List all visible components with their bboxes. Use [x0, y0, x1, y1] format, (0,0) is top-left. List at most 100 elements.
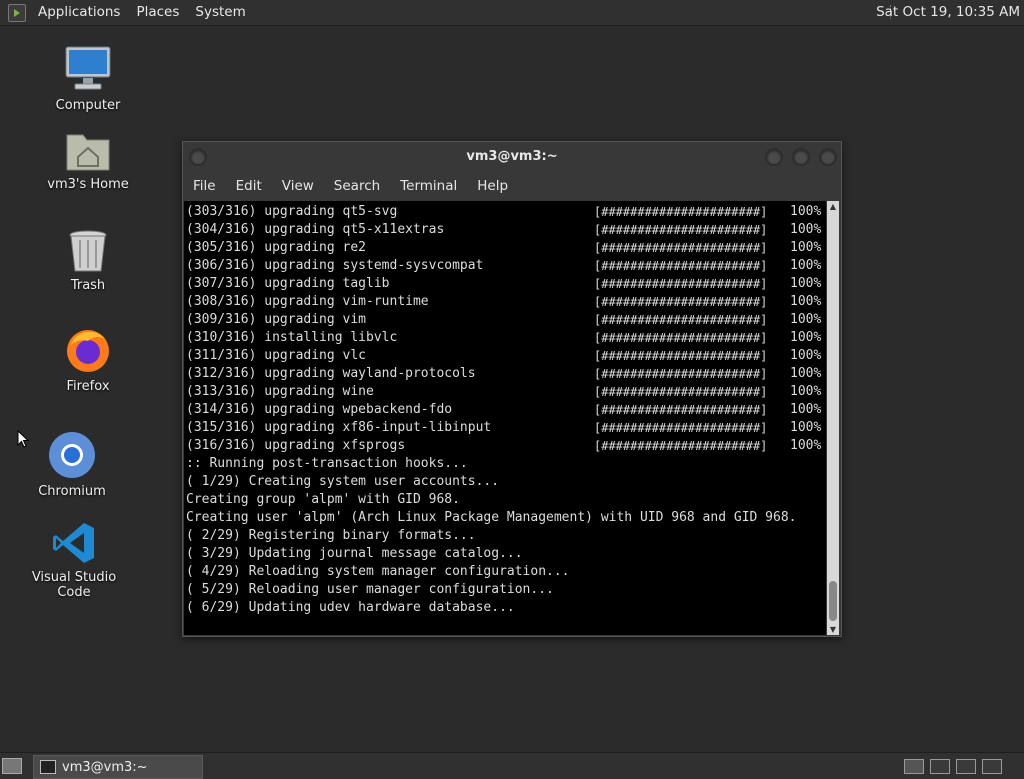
- menu-view[interactable]: View: [272, 174, 324, 198]
- desktop-icon-label: Visual Studio Code: [31, 570, 117, 600]
- show-desktop-icon[interactable]: [2, 758, 22, 774]
- progress-percent: 100%: [790, 294, 822, 309]
- terminal-line: (315/316) upgrading xf86-input-libinput: [186, 420, 492, 435]
- menu-edit[interactable]: Edit: [226, 174, 272, 198]
- scroll-up-icon[interactable]: ▲: [827, 202, 839, 211]
- terminal-line: (308/316) upgrading vim-runtime: [186, 294, 429, 309]
- terminal-line: (304/316) upgrading qt5-x11extras: [186, 222, 445, 237]
- terminal-menubar: File Edit View Search Terminal Help: [183, 174, 518, 198]
- terminal-line: (309/316) upgrading vim: [186, 312, 367, 327]
- desktop-icon-label: Chromium: [38, 484, 106, 499]
- workspace-1[interactable]: [904, 759, 924, 774]
- progress-bar-text: [######################]: [594, 277, 768, 291]
- menu-terminal[interactable]: Terminal: [390, 174, 467, 198]
- maximize-button[interactable]: [792, 148, 810, 166]
- clock[interactable]: Sat Oct 19, 10:35 AM: [876, 0, 1020, 25]
- computer-icon: [65, 46, 111, 90]
- chromium-icon: [49, 432, 95, 478]
- scroll-down-icon[interactable]: ▼: [827, 625, 839, 634]
- terminal-scrollbar[interactable]: ▲ ▼: [827, 201, 839, 635]
- scrollbar-thumb[interactable]: [829, 581, 837, 621]
- progress-percent: 100%: [790, 438, 822, 453]
- progress-percent: 100%: [790, 240, 822, 255]
- desktop-icon-trash[interactable]: Trash: [33, 228, 143, 293]
- home-folder-icon: [66, 134, 110, 171]
- terminal-line: ( 2/29) Registering binary formats...: [186, 528, 476, 543]
- firefox-icon: [67, 330, 109, 372]
- bottom-panel: vm3@vm3:~: [0, 752, 1024, 779]
- progress-percent: 100%: [790, 384, 822, 399]
- progress-bar-text: [######################]: [594, 367, 768, 381]
- menu-file[interactable]: File: [183, 174, 226, 198]
- applications-icon[interactable]: [8, 3, 26, 22]
- desktop-icon-firefox[interactable]: Firefox: [33, 325, 143, 394]
- terminal-line: (316/316) upgrading xfsprogs: [186, 438, 406, 453]
- progress-percent: 100%: [790, 330, 822, 345]
- terminal-line: (305/316) upgrading re2: [186, 240, 367, 255]
- terminal-line: (303/316) upgrading qt5-svg: [186, 204, 398, 219]
- top-panel: Applications Places System Sat Oct 19, 1…: [0, 0, 1024, 26]
- progress-percent: 100%: [790, 312, 822, 327]
- progress-bar-text: [######################]: [594, 421, 768, 435]
- progress-percent: 100%: [790, 420, 822, 435]
- terminal-line: (314/316) upgrading wpebackend-fdo: [186, 402, 453, 417]
- workspace-3[interactable]: [956, 759, 976, 774]
- menu-help[interactable]: Help: [467, 174, 518, 198]
- progress-bar-text: [######################]: [594, 241, 768, 255]
- terminal-line: (312/316) upgrading wayland-protocols: [186, 366, 476, 381]
- terminal-window[interactable]: vm3@vm3:~ File Edit View Search Terminal…: [182, 141, 842, 637]
- system-menu[interactable]: System: [187, 0, 253, 25]
- desktop-icon-computer[interactable]: Computer: [33, 44, 143, 113]
- terminal-output[interactable]: (303/316) upgrading qt5-svg [###########…: [184, 201, 826, 635]
- progress-percent: 100%: [790, 276, 822, 291]
- trash-icon: [69, 230, 107, 272]
- progress-bar-text: [######################]: [594, 313, 768, 327]
- vscode-icon: [53, 523, 94, 563]
- terminal-line: (307/316) upgrading taglib: [186, 276, 390, 291]
- desktop-icon-label: Trash: [70, 278, 106, 293]
- progress-bar-text: [######################]: [594, 205, 768, 219]
- window-titlebar[interactable]: vm3@vm3:~: [183, 142, 841, 172]
- places-menu[interactable]: Places: [128, 0, 187, 25]
- applications-menu[interactable]: Applications: [30, 0, 128, 25]
- terminal-line: (313/316) upgrading wine: [186, 384, 374, 399]
- workspace-4[interactable]: [982, 759, 1002, 774]
- taskbar-terminal-button[interactable]: vm3@vm3:~: [33, 755, 203, 779]
- desktop-icon-label: vm3's Home: [47, 177, 129, 192]
- progress-bar-text: [######################]: [594, 439, 768, 453]
- progress-percent: 100%: [790, 258, 822, 273]
- minimize-button[interactable]: [765, 148, 783, 166]
- terminal-line: (311/316) upgrading vlc: [186, 348, 367, 363]
- progress-percent: 100%: [790, 204, 822, 219]
- progress-bar-text: [######################]: [594, 403, 768, 417]
- terminal-line: Creating user 'alpm' (Arch Linux Package…: [186, 510, 797, 525]
- window-title: vm3@vm3:~: [466, 149, 558, 164]
- close-button[interactable]: [819, 148, 837, 166]
- taskbar-label: vm3@vm3:~: [62, 759, 148, 775]
- menu-search[interactable]: Search: [324, 174, 390, 198]
- progress-bar-text: [######################]: [594, 349, 768, 363]
- progress-bar-text: [######################]: [594, 223, 768, 237]
- progress-bar-text: [######################]: [594, 259, 768, 273]
- desktop-icon-chromium[interactable]: Chromium: [17, 430, 127, 499]
- progress-bar-text: [######################]: [594, 385, 768, 399]
- progress-percent: 100%: [790, 402, 822, 417]
- desktop-icon-label: Computer: [55, 98, 121, 113]
- terminal-line: Creating group 'alpm' with GID 968.: [186, 492, 460, 507]
- progress-bar-text: [######################]: [594, 331, 768, 345]
- terminal-line: ( 3/29) Updating journal message catalog…: [186, 546, 523, 561]
- desktop-icon-vscode[interactable]: Visual Studio Code: [19, 520, 129, 600]
- desktop-icon-label: Firefox: [66, 379, 110, 394]
- progress-percent: 100%: [790, 348, 822, 363]
- terminal-line: (310/316) installing libvlc: [186, 330, 398, 345]
- terminal-line: ( 6/29) Updating udev hardware database.…: [186, 600, 515, 615]
- desktop-icon-home[interactable]: vm3's Home: [33, 127, 143, 192]
- workspace-2[interactable]: [930, 759, 950, 774]
- terminal-line: :: Running post-transaction hooks...: [186, 456, 468, 471]
- mouse-pointer-icon: [17, 430, 29, 448]
- terminal-line: ( 5/29) Reloading user manager configura…: [186, 582, 554, 597]
- progress-percent: 100%: [790, 222, 822, 237]
- terminal-line: (306/316) upgrading systemd-sysvcompat: [186, 258, 484, 273]
- terminal-icon: [40, 760, 56, 774]
- progress-percent: 100%: [790, 366, 822, 381]
